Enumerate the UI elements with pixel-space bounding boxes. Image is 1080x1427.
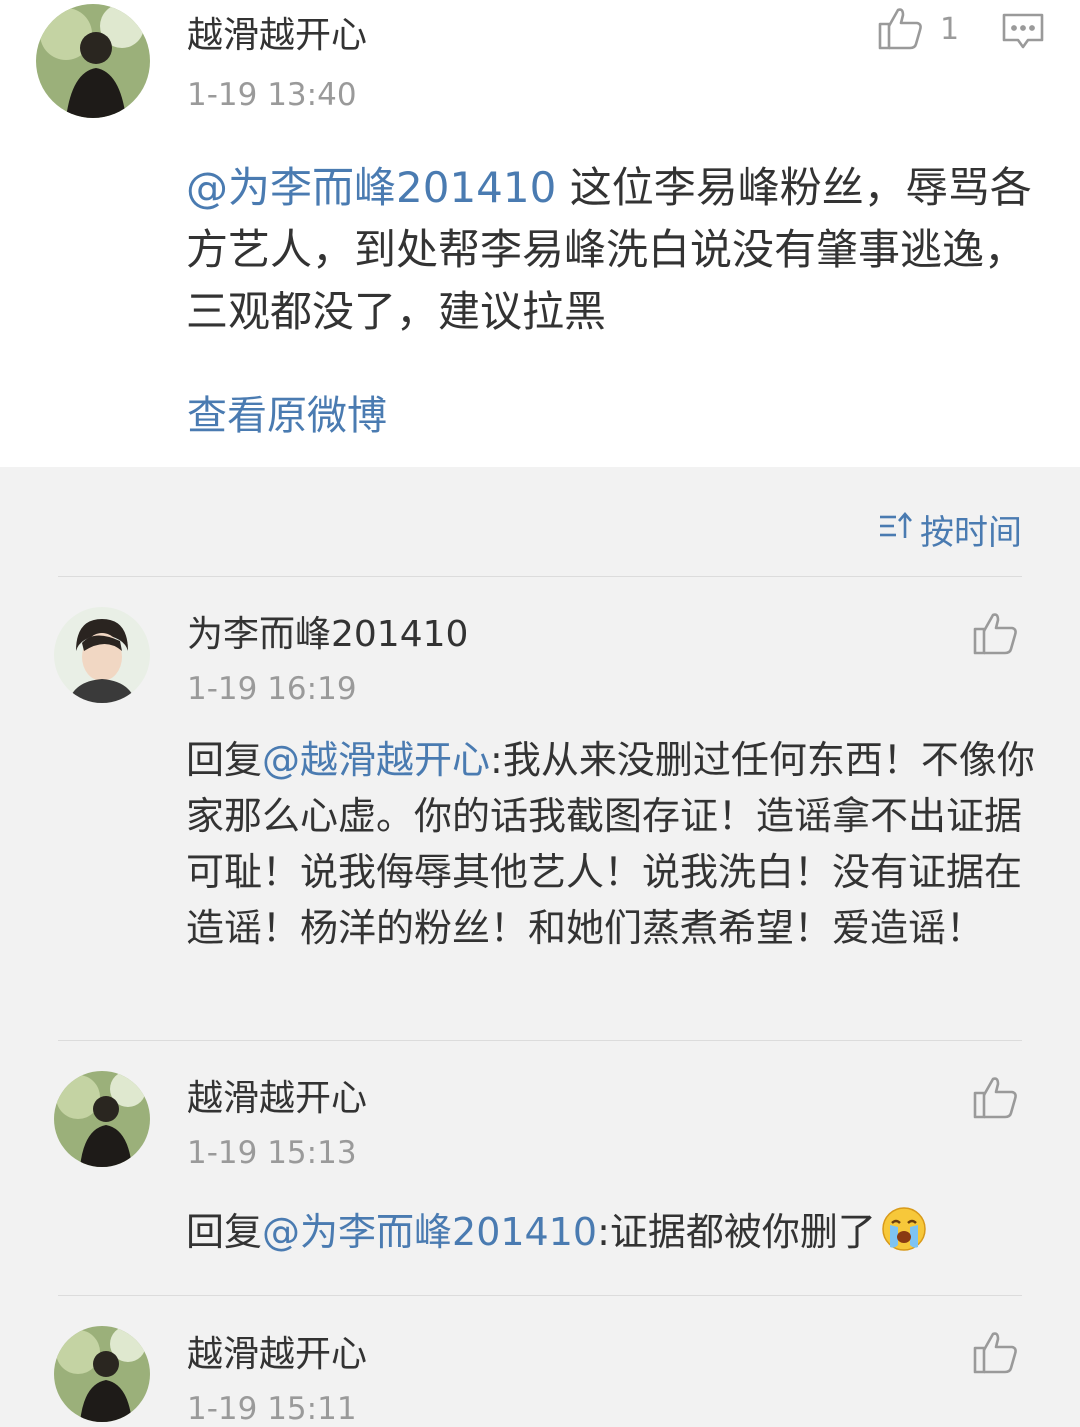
reply-item: 为李而峰201410 1-19 16:19 回复@越滑越开心:我从来没删过任何东… [0,577,1080,1040]
thumbs-up-icon[interactable] [973,1075,1019,1123]
avatar[interactable] [54,1326,150,1422]
author-name[interactable]: 越滑越开心 [187,18,367,54]
sort-label: 按时间 [920,513,1022,553]
mention-link[interactable]: @越滑越开心 [262,738,490,782]
thumbs-up-icon[interactable] [973,611,1019,659]
reply-item: 越滑越开心 1-19 15:13 回复@为李而峰201410:证据都被你删了 [0,1041,1080,1295]
avatar[interactable] [54,607,150,703]
reply-text: 回复@越滑越开心:我从来没删过任何东西！不像你家那么心虚。你的话我截图存证！造谣… [186,732,1036,956]
comment-time: 1-19 16:19 [187,671,357,707]
main-comment-card: 越滑越开心 1-19 13:40 1 @为李而峰201410 这位李易峰粉丝，辱… [0,0,1080,467]
mention-link[interactable]: @为李而峰201410 [186,163,556,212]
reply-text: 回复@为李而峰201410:证据都被你删了 [186,1204,1036,1268]
author-name[interactable]: 越滑越开心 [187,1081,367,1117]
author-name[interactable]: 越滑越开心 [187,1337,367,1373]
comment-time: 1-19 15:11 [187,1391,357,1427]
like-count: 1 [940,12,960,47]
comment-text: @为李而峰201410 这位李易峰粉丝，辱骂各方艺人，到处帮李易峰洗白说没有肇事… [186,157,1046,343]
sort-icon [878,510,914,550]
thumbs-up-icon[interactable] [878,6,924,54]
sort-by-time-button[interactable]: 按时间 [878,505,1022,554]
mention-link[interactable]: @为李而峰201410 [262,1210,597,1254]
comment-time: 1-19 15:13 [187,1135,357,1171]
thumbs-up-icon[interactable] [973,1330,1019,1378]
reply-item: 越滑越开心 1-19 15:11 [0,1296,1080,1427]
author-name[interactable]: 为李而峰201410 [187,617,468,653]
avatar[interactable] [36,4,150,118]
view-original-link[interactable]: 查看原微博 [187,383,387,441]
reply-icon[interactable] [1001,12,1045,56]
comment-time: 1-19 13:40 [187,77,357,113]
reply-prefix: 回复 [186,1210,263,1254]
reply-body: :证据都被你删了 [597,1210,876,1254]
reply-prefix: 回复 [186,738,263,782]
crying-face-icon [880,1205,928,1268]
avatar[interactable] [54,1071,150,1167]
